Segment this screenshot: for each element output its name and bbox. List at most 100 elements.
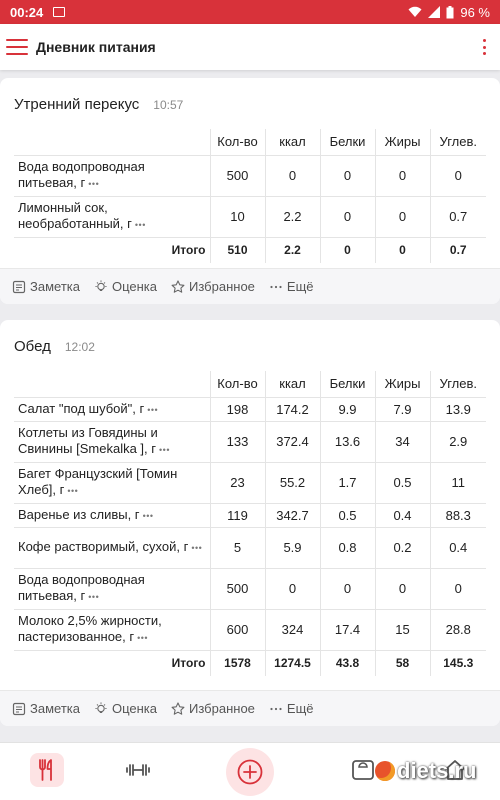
col-header: Белки bbox=[319, 371, 375, 398]
meal-time: 12:02 bbox=[64, 340, 95, 354]
menu-icon[interactable] bbox=[6, 39, 28, 55]
total-value: 145.3 bbox=[429, 650, 486, 676]
rating-button[interactable]: Оценка bbox=[94, 701, 157, 716]
bulb-icon bbox=[95, 702, 107, 713]
total-value: 1578 bbox=[209, 650, 265, 676]
note-button[interactable]: Заметка bbox=[12, 701, 80, 716]
row-menu-icon[interactable]: ••• bbox=[143, 511, 154, 521]
star-icon bbox=[171, 279, 185, 293]
row-menu-icon[interactable]: ••• bbox=[159, 445, 170, 455]
total-label: Итого bbox=[171, 656, 206, 671]
nutrition-table: Кол-во ккал Белки Жиры Углев. Салат "под… bbox=[14, 371, 486, 676]
cell-value: 0.5 bbox=[319, 503, 375, 528]
col-header: Углев. bbox=[429, 371, 486, 398]
row-menu-icon[interactable]: ••• bbox=[191, 543, 202, 553]
app-bar: Дневник питания bbox=[0, 24, 500, 70]
meal-title: Обед bbox=[14, 338, 51, 355]
cell-value: 0 bbox=[374, 155, 430, 197]
food-name: Кофе растворимый, сухой, г ••• bbox=[14, 527, 210, 569]
row-menu-icon[interactable]: ••• bbox=[88, 592, 99, 602]
cell-value: 119 bbox=[209, 503, 265, 528]
watermark: diets.ru bbox=[375, 758, 476, 784]
favorite-button[interactable]: Избранное bbox=[171, 279, 255, 294]
cell-value: 0.4 bbox=[429, 527, 486, 569]
table-row[interactable]: Вода водопроводная питьевая, г ••• 500 0 … bbox=[14, 568, 486, 610]
cell-value: 5 bbox=[209, 527, 265, 569]
col-header: Кол-во bbox=[209, 129, 265, 156]
meal-card-lunch: Обед 12:02 Кол-во ккал Белки Жиры Углев.… bbox=[0, 320, 500, 726]
cell-value: 0 bbox=[429, 568, 486, 610]
fruit-logo-icon bbox=[375, 761, 395, 781]
rating-button[interactable]: Оценка bbox=[94, 279, 157, 294]
meal-time: 10:57 bbox=[153, 98, 184, 112]
total-value: 510 bbox=[209, 237, 265, 263]
more-button[interactable]: Ещё bbox=[269, 279, 314, 294]
col-header: Белки bbox=[319, 129, 375, 156]
table-row[interactable]: Варенье из сливы, г ••• 119 342.7 0.5 0.4… bbox=[14, 503, 486, 528]
col-header: ккал bbox=[264, 371, 320, 398]
cell-value: 28.8 bbox=[429, 609, 486, 651]
table-row[interactable]: Салат "под шубой", г ••• 198 174.2 9.9 7.… bbox=[14, 397, 486, 422]
row-menu-icon[interactable]: ••• bbox=[88, 179, 99, 189]
cell-value: 10 bbox=[209, 196, 265, 238]
cell-value: 198 bbox=[209, 397, 265, 422]
food-name: Молоко 2,5% жирности, пастеризованное, г… bbox=[14, 609, 210, 651]
table-row[interactable]: Кофе растворимый, сухой, г ••• 5 5.9 0.8 … bbox=[14, 527, 486, 569]
more-vert-icon[interactable] bbox=[474, 37, 494, 57]
total-row: Итого 510 2.2 0 0 0.7 bbox=[14, 237, 486, 263]
col-header: Кол-во bbox=[209, 371, 265, 398]
cell-value: 0.5 bbox=[374, 462, 430, 504]
cell-value: 13.9 bbox=[429, 397, 486, 422]
image-icon bbox=[53, 7, 66, 17]
cell-value: 2.9 bbox=[429, 421, 486, 463]
meal-title: Утренний перекус bbox=[14, 96, 140, 113]
status-bar: 00:24 96 % bbox=[0, 0, 500, 24]
page-title: Дневник питания bbox=[36, 39, 156, 55]
meal-card-morning-snack: Утренний перекус 10:57 Кол-во ккал Белки… bbox=[0, 78, 500, 304]
table-row[interactable]: Вода водопроводная питьевая, г ••• 500 0 … bbox=[14, 155, 486, 197]
total-value: 0 bbox=[374, 237, 430, 263]
row-menu-icon[interactable]: ••• bbox=[135, 220, 146, 230]
total-value: 0.7 bbox=[429, 237, 486, 263]
cell-value: 0.8 bbox=[319, 527, 375, 569]
row-menu-icon[interactable]: ••• bbox=[147, 405, 158, 415]
food-name: Котлеты из Говядины и Свинины [Smekalka … bbox=[14, 421, 210, 463]
cell-value: 17.4 bbox=[319, 609, 375, 651]
row-menu-icon[interactable]: ••• bbox=[137, 633, 148, 643]
table-row[interactable]: Лимонный сок, необработанный, г ••• 10 2.… bbox=[14, 196, 486, 238]
status-time: 00:24 bbox=[10, 4, 44, 20]
cutlery-icon bbox=[39, 759, 52, 781]
card-actions: Заметка Оценка Избранное Ещё bbox=[0, 690, 500, 726]
note-button[interactable]: Заметка bbox=[12, 279, 80, 294]
cell-value: 0 bbox=[319, 196, 375, 238]
star-icon bbox=[171, 701, 185, 715]
food-name: Вода водопроводная питьевая, г ••• bbox=[14, 155, 210, 197]
more-button[interactable]: Ещё bbox=[269, 701, 314, 716]
food-name: Лимонный сок, необработанный, г ••• bbox=[14, 196, 210, 238]
table-row[interactable]: Багет Французский [Томин Хлеб], г ••• 23 … bbox=[14, 462, 486, 504]
cell-value: 133 bbox=[209, 421, 265, 463]
more-horiz-icon bbox=[270, 707, 282, 710]
more-horiz-icon bbox=[270, 285, 282, 288]
add-button[interactable] bbox=[226, 748, 274, 796]
cell-value: 0 bbox=[374, 568, 430, 610]
cell-value: 7.9 bbox=[374, 397, 430, 422]
cell-value: 11 bbox=[429, 462, 486, 504]
col-header: Углев. bbox=[429, 129, 486, 156]
cell-value: 500 bbox=[209, 155, 265, 197]
nav-diary-button[interactable] bbox=[30, 753, 64, 787]
cell-value: 13.6 bbox=[319, 421, 375, 463]
favorite-button[interactable]: Избранное bbox=[171, 701, 255, 716]
total-row: Итого 1578 1274.5 43.8 58 145.3 bbox=[14, 650, 486, 676]
table-row[interactable]: Котлеты из Говядины и Свинины [Smekalka … bbox=[14, 421, 486, 463]
total-value: 2.2 bbox=[264, 237, 320, 263]
cell-value: 0 bbox=[374, 196, 430, 238]
row-menu-icon[interactable]: ••• bbox=[67, 486, 78, 496]
cell-value: 88.3 bbox=[429, 503, 486, 528]
nav-exercise-button[interactable] bbox=[121, 753, 155, 787]
signal-icon bbox=[428, 6, 441, 18]
cell-value: 1.7 bbox=[319, 462, 375, 504]
cell-value: 342.7 bbox=[264, 503, 320, 528]
col-header: ккал bbox=[264, 129, 320, 156]
table-row[interactable]: Молоко 2,5% жирности, пастеризованное, г… bbox=[14, 609, 486, 651]
